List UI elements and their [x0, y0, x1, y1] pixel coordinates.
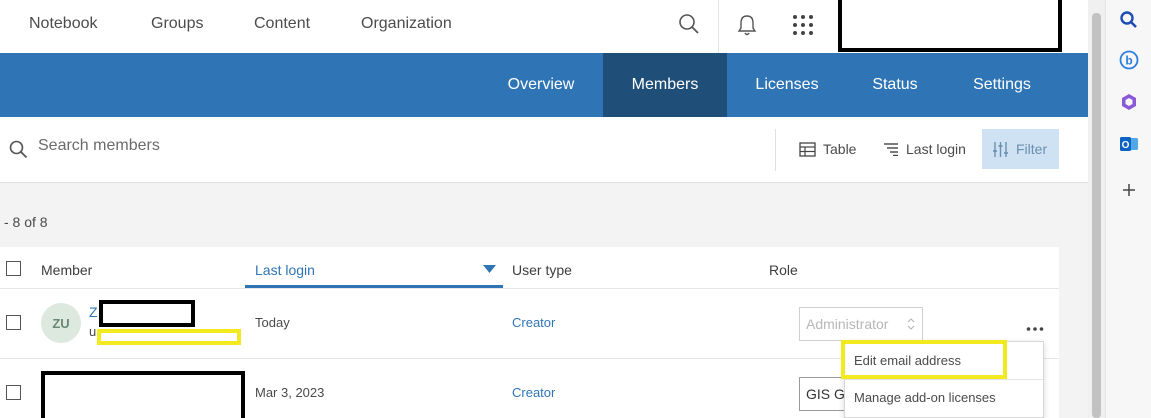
more-horizontal-icon[interactable] — [1026, 319, 1044, 337]
member-name[interactable]: Z — [89, 304, 98, 320]
column-header-role[interactable]: Role — [769, 262, 798, 278]
tab-organization[interactable]: Organization — [361, 15, 452, 33]
select-chevrons-icon — [907, 317, 915, 336]
last-login: Mar 3, 2023 — [255, 385, 325, 400]
select-all-checkbox[interactable] — [6, 261, 21, 276]
subnav-overview[interactable]: Overview — [494, 53, 588, 117]
search-icon[interactable] — [1119, 10, 1139, 30]
search-icon — [9, 140, 28, 164]
menu-item-manage-addon-licenses[interactable]: Manage add-on licenses — [854, 390, 996, 405]
bell-icon[interactable] — [736, 13, 758, 42]
divider — [845, 379, 1043, 380]
role-select: Administrator — [799, 307, 923, 341]
sort-button[interactable]: Last login — [883, 129, 966, 169]
table-view-button[interactable]: Table — [799, 129, 856, 169]
member-count: - 8 of 8 — [4, 214, 48, 230]
search-icon[interactable] — [678, 13, 700, 40]
add-icon[interactable] — [1119, 180, 1139, 200]
table-icon — [799, 141, 816, 157]
row-checkbox[interactable] — [6, 385, 21, 400]
subnav-members[interactable]: Members — [603, 53, 727, 117]
divider — [775, 129, 776, 171]
role-select[interactable]: GIS G — [799, 377, 849, 411]
search-members-input[interactable] — [38, 137, 338, 155]
svg-text:O: O — [1122, 140, 1130, 151]
redacted-member-info — [41, 371, 245, 418]
scrollbar-thumb[interactable] — [1092, 13, 1101, 418]
outlook-icon[interactable]: O — [1119, 134, 1139, 154]
role-value: GIS G — [806, 386, 845, 402]
last-login: Today — [255, 315, 290, 330]
redacted-account-area — [838, 0, 1062, 52]
organization-subnav: Overview Members Licenses Status Setting… — [0, 53, 1088, 117]
user-type-link[interactable]: Creator — [512, 315, 555, 330]
column-header-last-login[interactable]: Last login — [255, 262, 315, 278]
divider — [718, 0, 719, 53]
subnav-settings[interactable]: Settings — [960, 53, 1044, 117]
avatar: ZU — [41, 303, 81, 343]
office-icon[interactable] — [1119, 92, 1139, 112]
members-toolbar: Table Last login Filter — [0, 117, 1088, 183]
user-type-link[interactable]: Creator — [512, 385, 555, 400]
redacted-member-name — [99, 300, 195, 327]
highlight-box — [841, 340, 1007, 379]
svg-text:b: b — [1125, 54, 1132, 68]
tab-groups[interactable]: Groups — [151, 15, 203, 33]
filter-button[interactable]: Filter — [982, 129, 1059, 169]
app-launcher-icon[interactable] — [792, 14, 814, 41]
subnav-licenses[interactable]: Licenses — [744, 53, 830, 117]
bing-chat-icon[interactable]: b — [1119, 50, 1139, 70]
browser-sidebar: b O — [1105, 0, 1151, 418]
row-checkbox[interactable] — [6, 315, 21, 330]
role-value: Administrator — [806, 316, 889, 332]
subnav-status[interactable]: Status — [859, 53, 931, 117]
column-header-user-type[interactable]: User type — [512, 262, 572, 278]
sort-label: Last login — [906, 141, 966, 157]
highlight-box — [97, 329, 241, 345]
vertical-scrollbar[interactable] — [1088, 0, 1105, 418]
filter-icon — [992, 141, 1009, 158]
member-username: u — [89, 324, 97, 339]
sort-descending-icon[interactable] — [483, 261, 496, 279]
divider — [0, 288, 1059, 289]
tab-notebook[interactable]: Notebook — [29, 15, 98, 33]
sort-icon — [883, 142, 899, 156]
top-navigation: Notebook Groups Content Organization — [0, 0, 1088, 53]
table-view-label: Table — [823, 141, 857, 157]
filter-label: Filter — [1016, 141, 1048, 157]
tab-content[interactable]: Content — [254, 15, 310, 33]
column-header-member[interactable]: Member — [41, 262, 92, 278]
